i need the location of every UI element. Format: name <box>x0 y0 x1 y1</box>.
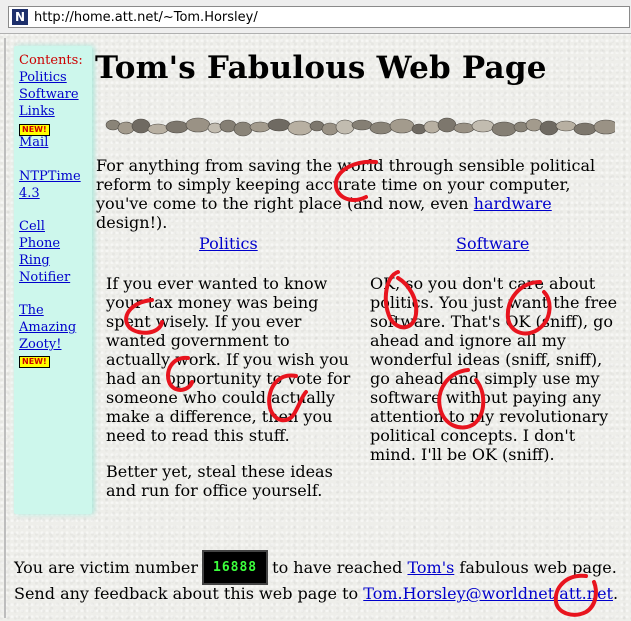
feedback-line: Send any feedback about this web page to… <box>14 584 618 603</box>
sidebar-link-cell-line1: Cell <box>19 219 45 234</box>
sidebar-link-links[interactable]: Links <box>19 104 55 119</box>
new-badge: NEW! <box>19 356 50 368</box>
software-heading-link[interactable]: Software <box>456 234 529 253</box>
pebble <box>131 118 151 134</box>
intro-paragraph: For anything from saving the world throu… <box>96 156 626 232</box>
frame-border <box>4 38 6 618</box>
sidebar-link-ntptime-line1: NTPTime <box>19 169 81 184</box>
sidebar-link-cell-phone[interactable]: Cell Phone Ring Notifier <box>19 219 70 285</box>
feedback-period: . <box>612 584 619 603</box>
pebble <box>233 121 253 137</box>
pebble <box>185 117 211 133</box>
pebble <box>267 118 291 132</box>
page-title: Tom's Fabulous Web Page <box>95 50 547 86</box>
pebble <box>573 122 597 136</box>
hardware-link[interactable]: hardware <box>474 194 552 213</box>
pebble <box>411 123 427 135</box>
software-paragraph: OK, so you don't care about politics. Yo… <box>370 274 618 464</box>
pebble <box>207 122 223 134</box>
visitor-counter-line: You are victim number 16888 to have reac… <box>14 550 617 585</box>
counter-text-end: fabulous web page. <box>459 558 617 577</box>
pebble <box>249 121 271 133</box>
sidebar-link-cell-line2: Phone <box>19 236 61 251</box>
sidebar-link-cell-line3: Ring <box>19 253 50 268</box>
pebble <box>335 119 355 135</box>
pebble <box>491 121 517 137</box>
pebble-divider <box>105 117 615 137</box>
sidebar-link-zooty-line1: The <box>19 303 44 318</box>
feedback-email-link[interactable]: Tom.Horsley@worldnet.att.net <box>363 584 613 603</box>
pebble <box>369 121 393 135</box>
pebble <box>513 121 529 133</box>
pebble <box>147 123 169 135</box>
politics-paragraph: If you ever wanted to know your tax mone… <box>106 274 351 445</box>
pebble <box>219 119 237 133</box>
url-text[interactable]: http://home.att.net/~Tom.Horsley/ <box>34 10 258 25</box>
sidebar-link-ntptime[interactable]: NTPTime 4.3 <box>19 169 81 201</box>
pebble <box>165 120 189 134</box>
pebble <box>423 120 441 134</box>
politics-heading-link[interactable]: Politics <box>199 234 258 253</box>
pebble <box>321 122 339 136</box>
sidebar-link-zooty[interactable]: The Amazing Zooty! <box>19 303 76 352</box>
politics-paragraph-2: Better yet, steal these ideas and run fo… <box>106 462 333 500</box>
pebble <box>117 121 135 135</box>
pebble <box>555 120 577 132</box>
sidebar-title: Contents: <box>19 53 83 68</box>
pebble <box>437 117 457 133</box>
netscape-icon: N <box>12 9 28 25</box>
counter-text-after: to have reached <box>272 558 403 577</box>
sidebar-link-software[interactable]: Software <box>19 87 79 102</box>
sidebar-link-cell-line4: Notifier <box>19 270 71 285</box>
pebble <box>453 122 475 134</box>
pebble <box>525 118 543 132</box>
pebble <box>287 120 313 136</box>
pebble <box>351 119 373 131</box>
pebble <box>539 120 559 136</box>
browser-toolbar: N http://home.att.net/~Tom.Horsley/ <box>0 0 631 34</box>
sidebar-link-mail[interactable]: Mail <box>19 135 48 150</box>
pebble <box>593 119 615 135</box>
pebble <box>389 118 415 134</box>
sidebar-link-politics[interactable]: Politics <box>19 70 67 85</box>
pebble <box>471 119 495 133</box>
intro-text-end: design!). <box>96 213 168 232</box>
visitor-counter: 16888 <box>202 550 269 585</box>
sidebar-link-zooty-line2: Amazing <box>19 320 77 335</box>
sidebar-link-ntptime-line2: 4.3 <box>19 186 40 201</box>
url-bar[interactable]: N http://home.att.net/~Tom.Horsley/ <box>8 6 630 28</box>
sidebar-link-zooty-line3: Zooty! <box>19 337 62 352</box>
counter-text-before: You are victim number <box>14 558 198 577</box>
toms-link[interactable]: Tom's <box>407 558 454 577</box>
feedback-text: Send any feedback about this web page to <box>14 584 359 603</box>
sidebar: Contents: Politics Software Links NEW! M… <box>14 46 92 514</box>
